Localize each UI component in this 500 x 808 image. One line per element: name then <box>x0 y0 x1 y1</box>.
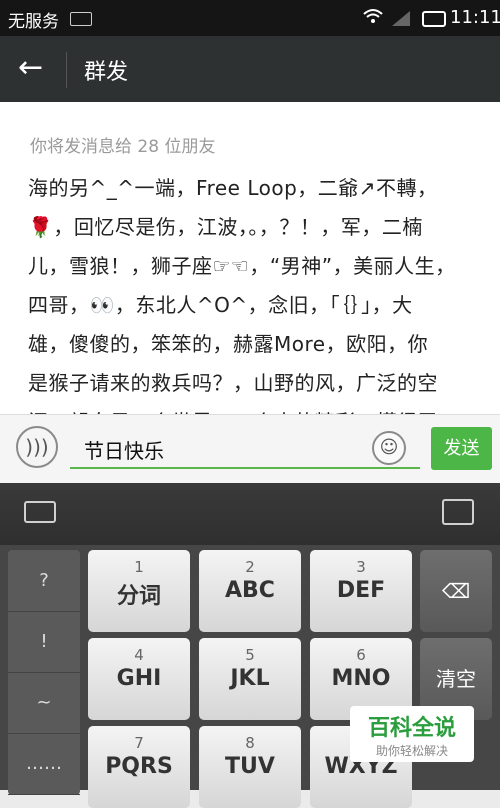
watermark-subtitle: 助你轻松解决 <box>375 744 448 758</box>
clock: 11:11 <box>450 7 500 28</box>
recipient-line: 儿，雪狼！，狮子座☞☜，“男神”，美丽人生， <box>28 254 456 278</box>
key-label: DEF <box>336 578 386 603</box>
symbol-key[interactable]: …… <box>8 733 80 795</box>
recipient-line: 是猴子请来的救兵吗？，山野的风，广泛的空 <box>28 371 438 395</box>
key-3[interactable]: 3 DEF <box>310 550 412 632</box>
keyboard-icon[interactable] <box>24 501 56 523</box>
keyboard-status-icon <box>70 12 92 26</box>
watermark-title: 百科全说 <box>367 716 456 741</box>
key-number: 2 <box>245 558 255 576</box>
key-label: PQRS <box>105 754 173 779</box>
title-divider <box>66 52 67 88</box>
key-label: GHI <box>116 666 162 691</box>
key-4[interactable]: 4 GHI <box>88 638 190 720</box>
send-button[interactable]: 发送 <box>431 427 492 470</box>
page-title: 群发 <box>84 60 129 85</box>
key-5[interactable]: 5 JKL <box>199 638 301 720</box>
battery-icon <box>422 11 446 27</box>
key-number: 6 <box>356 646 366 664</box>
recipient-line: 间，望向另一个世界，一个人的精彩，懂得忍 <box>28 403 478 414</box>
recipient-line: 四哥，👀，东北人^O^，念旧，「｛｝」，大 <box>28 293 413 317</box>
recipient-count-hint: 你将发消息给 28 位朋友 <box>30 137 216 157</box>
recipient-panel: 你将发消息给 28 位朋友 海的另^_^一端，Free Loop，二爺↗不轉， … <box>0 102 500 414</box>
carrier-label: 无服务 <box>8 12 59 32</box>
key-number: 1 <box>134 558 144 576</box>
wifi-icon <box>362 7 384 29</box>
symbol-key[interactable]: ~ <box>8 672 80 734</box>
key-7[interactable]: 7 PQRS <box>88 726 190 808</box>
key-label: ABC <box>225 578 275 603</box>
recipient-line: 雄，傻傻的，笨笨的，赫露More，欧阳，你 <box>28 332 429 356</box>
key-2[interactable]: 2 ABC <box>199 550 301 632</box>
key-number: 5 <box>245 646 255 664</box>
signal-icon <box>390 9 412 27</box>
hide-keyboard-icon[interactable] <box>442 499 474 525</box>
recipient-line: 🌹，回忆尽是伤，江波，。，？！，军，二楠 <box>28 215 423 239</box>
emoji-icon[interactable]: ☺ <box>372 431 406 465</box>
input-bar: ))) 节日快乐 ☺ 发送 <box>0 414 500 483</box>
key-number: 7 <box>134 734 144 752</box>
keyboard-toolbar <box>0 483 500 545</box>
symbol-column[interactable]: ? ! ~ …… <box>8 550 80 795</box>
recipient-list: 海的另^_^一端，Free Loop，二爺↗不轉， 🌹，回忆尽是伤，江波，。，？… <box>28 169 478 414</box>
key-label: JKL <box>230 666 270 691</box>
message-input-value: 节日快乐 <box>84 439 164 463</box>
delete-icon[interactable]: ⌫ <box>420 550 492 632</box>
key-1[interactable]: 1 分词 <box>88 550 190 632</box>
status-bar: 无服务 11:11 <box>0 0 500 36</box>
key-label: 分词 <box>116 584 161 609</box>
key-number: 3 <box>356 558 366 576</box>
watermark-logo: 百科全说 助你轻松解决 <box>350 706 474 762</box>
symbol-key[interactable]: ! <box>8 611 80 673</box>
key-number: 8 <box>245 734 255 752</box>
recipient-line: 海的另^_^一端，Free Loop，二爺↗不轉， <box>28 176 438 200</box>
key-label: MNO <box>331 666 391 691</box>
symbol-key[interactable]: ? <box>8 550 80 612</box>
key-label: TUV <box>225 754 275 779</box>
voice-icon[interactable]: ))) <box>16 426 58 468</box>
title-bar: ← 群发 <box>0 36 500 102</box>
back-arrow-icon[interactable]: ← <box>18 48 43 88</box>
key-number: 4 <box>134 646 144 664</box>
message-input[interactable]: 节日快乐 <box>70 429 420 469</box>
key-8[interactable]: 8 TUV <box>199 726 301 808</box>
